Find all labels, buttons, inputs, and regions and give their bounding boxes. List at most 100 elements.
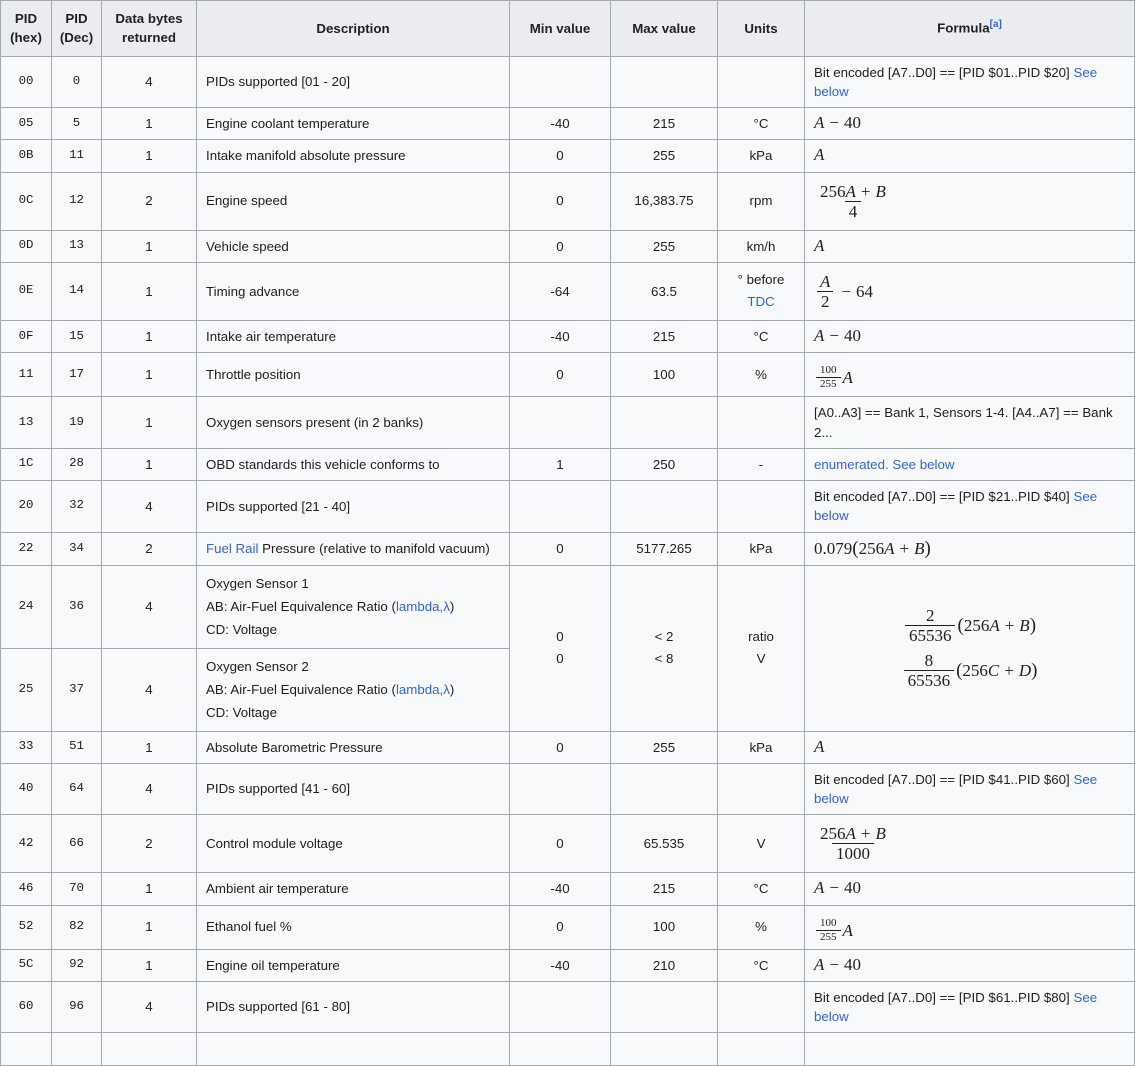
cell-description: Throttle position: [196, 352, 510, 398]
cell-pid-dec: 92: [51, 948, 102, 982]
cell-data-bytes: 4: [101, 480, 197, 533]
formula-math: 256A + B 4: [814, 179, 892, 224]
cell-pid-hex: 40: [0, 762, 52, 816]
cell-units: °C: [717, 872, 805, 906]
cell-pid-dec: 34: [51, 531, 102, 566]
header-line-1: PID: [14, 11, 38, 26]
cell-description: Fuel Rail Pressure (relative to manifold…: [196, 531, 510, 566]
cell-units: rpm: [717, 171, 805, 231]
cell-pid-dec: 70: [51, 872, 102, 906]
cell-units: °C: [717, 320, 805, 354]
cell-data-bytes: 2: [101, 171, 197, 231]
cell-formula: Bit encoded [A7..D0] == [PID $01..PID $2…: [804, 55, 1135, 109]
cell-formula: 0.079(256 A + B): [804, 531, 1135, 566]
cell-units: kPa: [717, 531, 805, 566]
cell-description: Engine speed: [196, 171, 510, 231]
cell-description: [196, 1032, 510, 1066]
cell-min-value: -40: [509, 320, 611, 354]
cell-pid-hex: 05: [0, 107, 52, 141]
cell-min-value: -40: [509, 948, 611, 982]
table-row: 33 51 1 Absolute Barometric Pressure 0 2…: [0, 730, 1135, 764]
cell-data-bytes: 1: [101, 139, 197, 173]
cell-pid-hex: 1C: [0, 447, 52, 482]
cell-max-value: 100: [610, 352, 718, 398]
cell-pid-hex: 5C: [0, 948, 52, 982]
cell-data-bytes: 4: [101, 647, 197, 732]
cell-min-value: [509, 396, 611, 449]
cell-pid-dec: 96: [51, 980, 102, 1034]
formula-math: 2 65536 (256 A + B): [903, 603, 1036, 648]
table-row-partial: [0, 1032, 1135, 1066]
cell-pid-hex: 0D: [0, 229, 52, 263]
cell-min-value: -40: [509, 872, 611, 906]
cell-units: [717, 980, 805, 1034]
column-header-units: Units: [717, 0, 805, 57]
cell-pid-hex: 22: [0, 531, 52, 566]
cell-data-bytes: 1: [101, 320, 197, 354]
cell-min-value: 0: [509, 531, 611, 566]
fraction: 256A + B 4: [820, 181, 886, 221]
cell-units: %: [717, 904, 805, 950]
units-text: ° before: [737, 271, 785, 287]
cell-formula: A: [804, 730, 1135, 764]
cell-pid-hex: 46: [0, 872, 52, 906]
min-value-sensor-2: 0: [556, 651, 564, 667]
fuel-rail-link[interactable]: Fuel Rail: [206, 541, 258, 556]
cell-max-value: 5177.265: [610, 531, 718, 566]
description-line-1: Oxygen Sensor 2: [206, 658, 309, 674]
fraction: A 2: [816, 273, 834, 310]
cell-pid-dec: [51, 1032, 102, 1066]
cell-max-value: 16,383.75: [610, 171, 718, 231]
cell-pid-hex: 0E: [0, 261, 52, 322]
formula-math: A −40: [814, 954, 861, 974]
cell-max-value: [610, 762, 718, 816]
header-label: Formula: [937, 20, 990, 36]
cell-max-value: [610, 396, 718, 449]
formula-math: 100 255 A: [814, 917, 853, 943]
table-row: 0D 13 1 Vehicle speed 0 255 km/h A: [0, 229, 1135, 263]
formula-math: A 2 −64: [814, 269, 873, 314]
cell-description: PIDs supported [01 - 20]: [196, 55, 510, 109]
description-line-2: AB: Air-Fuel Equivalence Ratio (lambda,λ…: [206, 599, 455, 615]
cell-pid-hex: 60: [0, 980, 52, 1034]
formula-math: 8 65536 (256 C + D): [902, 648, 1037, 693]
cell-data-bytes: 1: [101, 872, 197, 906]
lambda-link[interactable]: lambda,λ: [396, 682, 450, 697]
cell-units: °C: [717, 107, 805, 141]
footnote-link[interactable]: [a]: [990, 19, 1002, 30]
table-row: 0E 14 1 Timing advance -64 63.5 ° before…: [0, 261, 1135, 322]
tdc-link[interactable]: TDC: [747, 294, 774, 309]
cell-max-value: 215: [610, 320, 718, 354]
cell-max-value: 255: [610, 229, 718, 263]
cell-max-value: [610, 55, 718, 109]
lambda-link[interactable]: lambda,λ: [396, 599, 450, 614]
units-sensor-1: ratio: [748, 628, 774, 644]
cell-pid-dec: 66: [51, 814, 102, 874]
formula-math: A: [814, 145, 825, 165]
cell-min-value: [509, 480, 611, 533]
cell-max-value: 65.535: [610, 814, 718, 874]
cell-pid-dec: 51: [51, 730, 102, 764]
column-header-pid-hex: PID (hex): [0, 0, 52, 57]
table-row: 60 96 4 PIDs supported [61 - 80] Bit enc…: [0, 980, 1135, 1034]
cell-formula-group: 2 65536 (256 A + B) 8 65536 (256 C + D): [804, 564, 1135, 732]
formula-text: Bit encoded [A7..D0] == [PID $21..PID $4…: [814, 489, 1074, 505]
column-header-pid-dec: PID (Dec): [51, 0, 102, 57]
header-line-2: (hex): [10, 30, 42, 46]
header-label: Min value: [529, 20, 591, 36]
table-row: 05 5 1 Engine coolant temperature -40 21…: [0, 107, 1135, 141]
enumerated-see-below-link[interactable]: enumerated. See below: [814, 457, 954, 472]
cell-max-value: 100: [610, 904, 718, 950]
cell-description: PIDs supported [41 - 60]: [196, 762, 510, 816]
cell-pid-dec: 82: [51, 904, 102, 950]
cell-formula: A −40: [804, 872, 1135, 906]
column-header-min-value: Min value: [509, 0, 611, 57]
cell-data-bytes: 4: [101, 762, 197, 816]
description-line-3: CD: Voltage: [206, 705, 277, 721]
cell-max-value: 255: [610, 139, 718, 173]
column-header-description: Description: [196, 0, 510, 57]
cell-description: Vehicle speed: [196, 229, 510, 263]
cell-pid-hex: 42: [0, 814, 52, 874]
description-line-1: Oxygen Sensor 1: [206, 575, 309, 591]
formula-math: 256A + B 1000: [814, 821, 892, 866]
